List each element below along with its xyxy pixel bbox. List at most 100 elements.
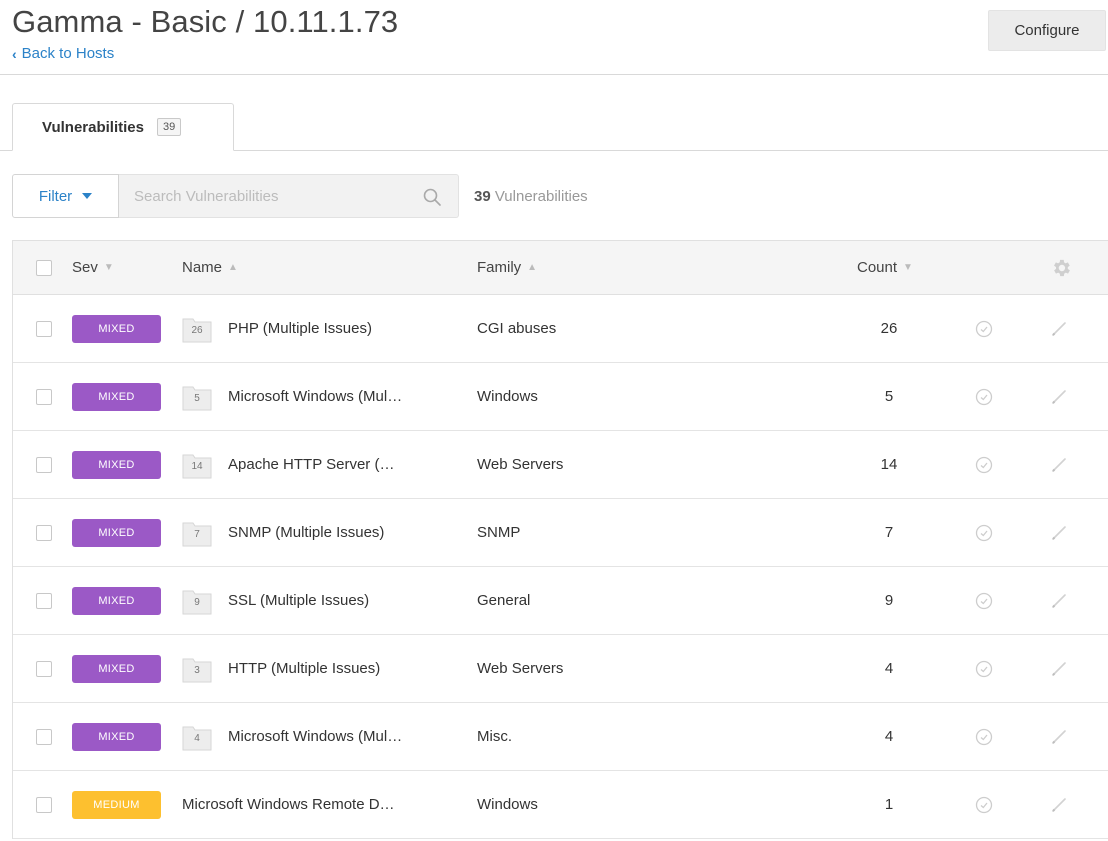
pencil-icon[interactable] — [1050, 320, 1068, 338]
vulnerability-name: PHP (Multiple Issues) — [228, 320, 372, 337]
table-row[interactable]: MIXED 7 SNMP (Multiple Issues) SNMP 7 — [13, 499, 1108, 567]
group-count: 7 — [194, 528, 200, 540]
family-cell: Windows — [477, 363, 538, 430]
toolbar: Filter 39 Vulnerabilities — [12, 174, 588, 218]
sev-header-label: Sev — [72, 259, 98, 276]
select-all-checkbox[interactable] — [36, 259, 52, 276]
page-header: Gamma - Basic / 10.11.1.73 ‹ Back to Hos… — [0, 0, 1108, 75]
row-checkbox[interactable] — [36, 456, 52, 473]
name-cell[interactable]: 7 SNMP (Multiple Issues) — [182, 499, 384, 566]
table-row[interactable]: MIXED 5 Microsoft Windows (Mul… Windows … — [13, 363, 1108, 431]
severity-cell: MIXED — [72, 567, 161, 634]
vulnerability-name: Microsoft Windows (Mul… — [228, 728, 403, 745]
search-icon[interactable] — [423, 188, 441, 206]
result-count-label: Vulnerabilities — [494, 187, 588, 205]
severity-badge: MIXED — [72, 314, 161, 343]
edit-cell — [1050, 567, 1068, 634]
pencil-icon[interactable] — [1050, 592, 1068, 610]
row-select-cell — [36, 499, 52, 566]
edit-cell — [1050, 295, 1068, 362]
edit-cell — [1050, 635, 1068, 702]
folder-icon: 9 — [182, 587, 212, 615]
row-select-cell — [36, 567, 52, 634]
clock-icon[interactable] — [975, 660, 993, 678]
table-header: Sev ▼ Name ▲ Family ▲ Count ▼ — [13, 240, 1108, 295]
clock-icon[interactable] — [975, 728, 993, 746]
tab-count-badge: 39 — [156, 118, 182, 136]
folder-icon: 7 — [182, 519, 212, 547]
severity-badge: MIXED — [72, 450, 161, 479]
name-cell[interactable]: 5 Microsoft Windows (Mul… — [182, 363, 402, 430]
clock-icon[interactable] — [975, 388, 993, 406]
vulnerability-name: HTTP (Multiple Issues) — [228, 660, 381, 677]
name-cell[interactable]: 4 Microsoft Windows (Mul… — [182, 703, 402, 770]
row-select-cell — [36, 703, 52, 770]
family-cell: General — [477, 567, 530, 634]
table-row[interactable]: MEDIUM Microsoft Windows Remote D… Windo… — [13, 771, 1108, 839]
row-checkbox[interactable] — [36, 388, 52, 405]
clock-icon[interactable] — [975, 320, 993, 338]
folder-icon: 5 — [182, 383, 212, 411]
row-checkbox[interactable] — [36, 660, 52, 677]
tab-vulnerabilities[interactable]: Vulnerabilities 39 — [12, 103, 234, 151]
table-row[interactable]: MIXED 4 Microsoft Windows (Mul… Misc. 4 — [13, 703, 1108, 771]
name-cell[interactable]: Microsoft Windows Remote D… — [182, 771, 395, 838]
row-checkbox[interactable] — [36, 592, 52, 609]
pencil-icon[interactable] — [1050, 796, 1068, 814]
row-checkbox[interactable] — [36, 728, 52, 745]
sort-desc-icon: ▼ — [903, 262, 913, 273]
sev-column-header[interactable]: Sev ▼ — [72, 241, 114, 294]
name-cell[interactable]: 3 HTTP (Multiple Issues) — [182, 635, 380, 702]
filter-button[interactable]: Filter — [12, 174, 119, 218]
count-value: 26 — [880, 320, 898, 337]
pencil-icon[interactable] — [1050, 660, 1068, 678]
group-count: 9 — [194, 596, 200, 608]
vulnerability-name: Apache HTTP Server (… — [228, 456, 395, 473]
pencil-icon[interactable] — [1050, 524, 1068, 542]
clock-icon[interactable] — [975, 592, 993, 610]
count-cell: 4 — [879, 635, 899, 702]
table-row[interactable]: MIXED 26 PHP (Multiple Issues) CGI abuse… — [13, 295, 1108, 363]
table-body: MIXED 26 PHP (Multiple Issues) CGI abuse… — [13, 295, 1108, 839]
group-count: 26 — [191, 324, 203, 336]
back-to-hosts-link[interactable]: ‹ Back to Hosts — [12, 45, 114, 62]
vulnerability-name: SSL (Multiple Issues) — [228, 592, 370, 609]
name-cell[interactable]: 26 PHP (Multiple Issues) — [182, 295, 372, 362]
back-link-label: Back to Hosts — [21, 45, 115, 62]
snooze-cell — [975, 567, 993, 634]
group-count: 5 — [194, 392, 200, 404]
snooze-cell — [975, 499, 993, 566]
table-row[interactable]: MIXED 3 HTTP (Multiple Issues) Web Serve… — [13, 635, 1108, 703]
pencil-icon[interactable] — [1050, 456, 1068, 474]
family-cell: SNMP — [477, 499, 520, 566]
name-cell[interactable]: 14 Apache HTTP Server (… — [182, 431, 394, 498]
search-input[interactable] — [119, 175, 458, 217]
pencil-icon[interactable] — [1050, 728, 1068, 746]
gear-icon[interactable] — [1050, 257, 1072, 279]
family-cell: Windows — [477, 771, 538, 838]
severity-badge: MIXED — [72, 518, 161, 547]
row-checkbox[interactable] — [36, 796, 52, 813]
severity-cell: MIXED — [72, 499, 161, 566]
row-checkbox[interactable] — [36, 524, 52, 541]
family-name: Web Servers — [477, 456, 564, 473]
clock-icon[interactable] — [975, 456, 993, 474]
family-column-header[interactable]: Family ▲ — [477, 241, 537, 294]
configure-button[interactable]: Configure — [988, 10, 1106, 51]
count-column-header[interactable]: Count ▼ — [857, 241, 967, 294]
vulnerabilities-table: Sev ▼ Name ▲ Family ▲ Count ▼ MIXED 26 P… — [12, 240, 1108, 839]
count-value: 4 — [884, 728, 894, 745]
row-checkbox[interactable] — [36, 320, 52, 337]
count-header-label: Count — [857, 259, 898, 276]
snooze-cell — [975, 635, 993, 702]
clock-icon[interactable] — [975, 796, 993, 814]
name-column-header[interactable]: Name ▲ — [182, 241, 238, 294]
table-row[interactable]: MIXED 14 Apache HTTP Server (… Web Serve… — [13, 431, 1108, 499]
name-cell[interactable]: 9 SSL (Multiple Issues) — [182, 567, 369, 634]
table-row[interactable]: MIXED 9 SSL (Multiple Issues) General 9 — [13, 567, 1108, 635]
count-cell: 4 — [879, 703, 899, 770]
clock-icon[interactable] — [975, 524, 993, 542]
column-settings-cell — [1050, 241, 1072, 294]
pencil-icon[interactable] — [1050, 388, 1068, 406]
row-select-cell — [36, 431, 52, 498]
